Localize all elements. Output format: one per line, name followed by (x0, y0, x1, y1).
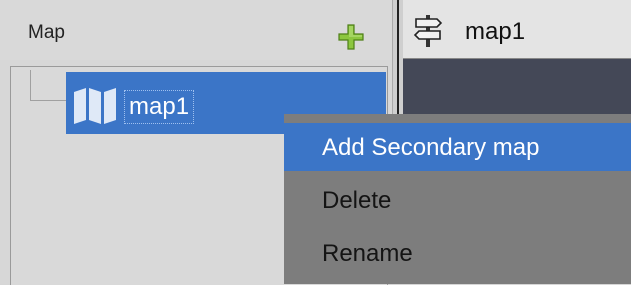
tree-connector-vertical (30, 70, 31, 100)
tree-connector-horizontal (30, 100, 66, 101)
map-panel-header: Map (0, 0, 392, 60)
signpost-icon (413, 15, 443, 47)
map-tab-label: map1 (465, 18, 526, 45)
map-tab[interactable]: map1 (403, 0, 631, 59)
map-icon (74, 88, 116, 124)
menu-item-label: Add Secondary map (322, 134, 540, 161)
map-panel-title: Map (28, 22, 65, 43)
menu-item-label: Delete (322, 187, 392, 214)
menu-item-add-secondary-map[interactable]: Add Secondary map (284, 123, 631, 171)
context-menu: Add Secondary map Delete Rename (284, 114, 631, 284)
menu-item-delete[interactable]: Delete (284, 176, 631, 224)
tree-item-label: map1 (124, 90, 195, 124)
plus-icon[interactable] (338, 24, 364, 50)
menu-item-rename[interactable]: Rename (284, 229, 631, 277)
menu-item-label: Rename (322, 240, 413, 267)
